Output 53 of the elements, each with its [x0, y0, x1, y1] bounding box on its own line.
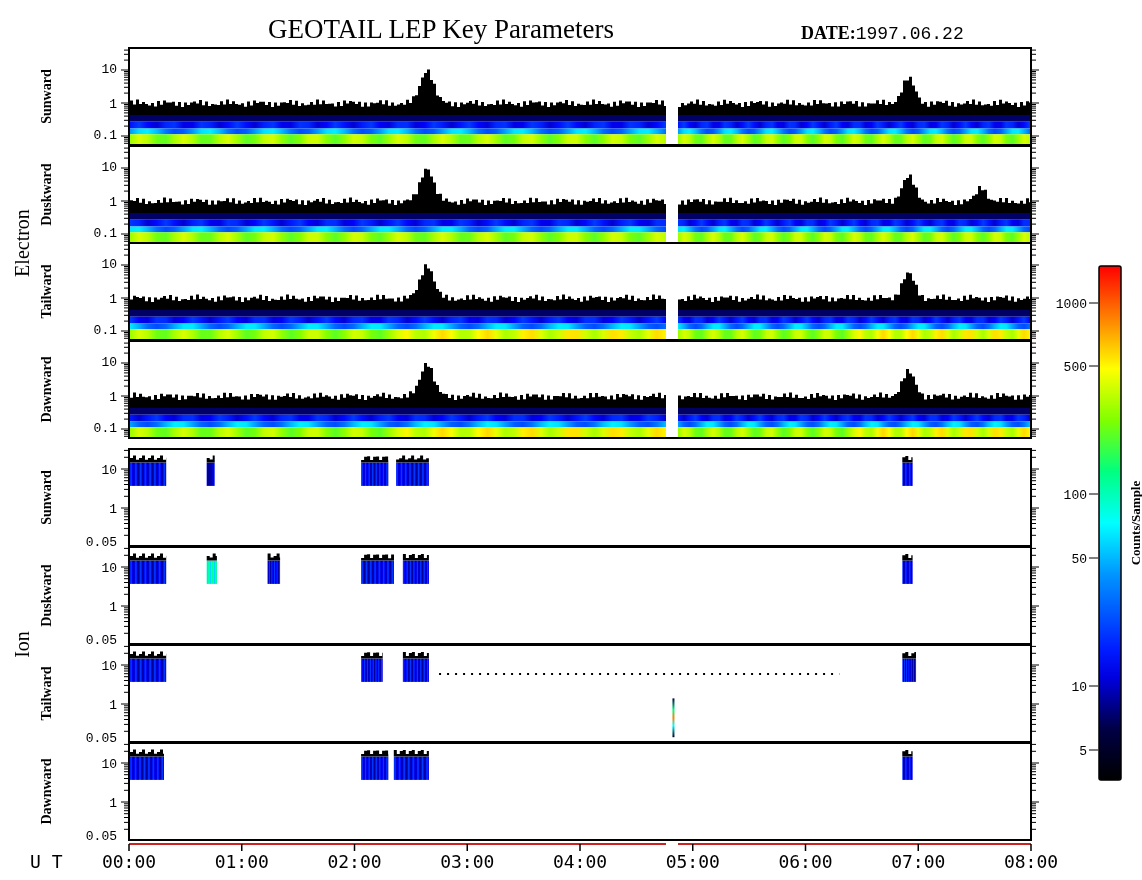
colorbar-label: Counts/Sample — [1128, 480, 1142, 566]
time-tick-label: 03:00 — [440, 851, 495, 872]
colorbar-tick-label: 100 — [1063, 488, 1087, 503]
colorbar-tick-label: 5 — [1079, 744, 1087, 759]
y-tick-label: 0.1 — [93, 323, 117, 338]
panel-label: Duskward — [39, 163, 54, 226]
time-tick-label: 07:00 — [891, 851, 946, 872]
date-label: DATE:1997.06.22 — [801, 23, 964, 44]
group-label: Electron — [11, 209, 33, 277]
panel-label: Tailward — [39, 666, 54, 721]
panel-label: Dawnward — [39, 356, 54, 423]
y-tick-label: 1 — [109, 698, 117, 713]
y-tick-label: 0.1 — [93, 128, 117, 143]
y-tick-label: 0.05 — [85, 535, 117, 550]
y-tick-label: 1 — [109, 502, 117, 517]
time-tick-label: 01:00 — [214, 851, 269, 872]
y-tick-label: 1 — [109, 600, 117, 615]
y-tick-label: 0.1 — [93, 226, 117, 241]
panel-label: Duskward — [39, 564, 54, 627]
colorbar-tick-label: 10 — [1071, 680, 1087, 695]
colorbar-tick-label: 500 — [1063, 360, 1087, 375]
panel-label: Sunward — [39, 470, 54, 525]
y-tick-label: 10 — [101, 757, 117, 772]
time-tick-label: 02:00 — [327, 851, 382, 872]
panel-label: Sunward — [39, 69, 54, 124]
y-tick-label: 1 — [109, 796, 117, 811]
chart-title: GEOTAIL LEP Key Parameters — [268, 14, 614, 44]
y-tick-label: 10 — [101, 659, 117, 674]
colorbar-tick-label: 50 — [1071, 552, 1087, 567]
y-tick-label: 1 — [109, 195, 117, 210]
y-tick-label: 10 — [101, 561, 117, 576]
y-tick-label: 0.1 — [93, 421, 117, 436]
y-tick-label: 0.05 — [85, 731, 117, 746]
time-tick-label: 05:00 — [665, 851, 720, 872]
y-tick-label: 10 — [101, 62, 117, 77]
y-tick-label: 10 — [101, 355, 117, 370]
y-tick-label: 1 — [109, 97, 117, 112]
y-tick-label: 0.05 — [85, 829, 117, 844]
colorbar-tick-label: 1000 — [1055, 297, 1087, 312]
y-tick-label: 10 — [101, 160, 117, 175]
group-label: Ion — [11, 631, 33, 658]
y-tick-label: 10 — [101, 463, 117, 478]
time-tick-label: 06:00 — [778, 851, 833, 872]
y-tick-label: 1 — [109, 390, 117, 405]
time-tick-label: 04:00 — [552, 851, 608, 872]
panel-label: Tailward — [39, 264, 54, 319]
time-tick-label: 08:00 — [1003, 851, 1059, 872]
time-tick-label: 00:00 — [101, 851, 157, 872]
y-tick-label: 0.05 — [85, 633, 117, 648]
panel-label: Dawnward — [39, 758, 54, 825]
y-tick-label: 10 — [101, 257, 117, 272]
axis-label: U T — [30, 851, 63, 872]
y-tick-label: 1 — [109, 292, 117, 307]
